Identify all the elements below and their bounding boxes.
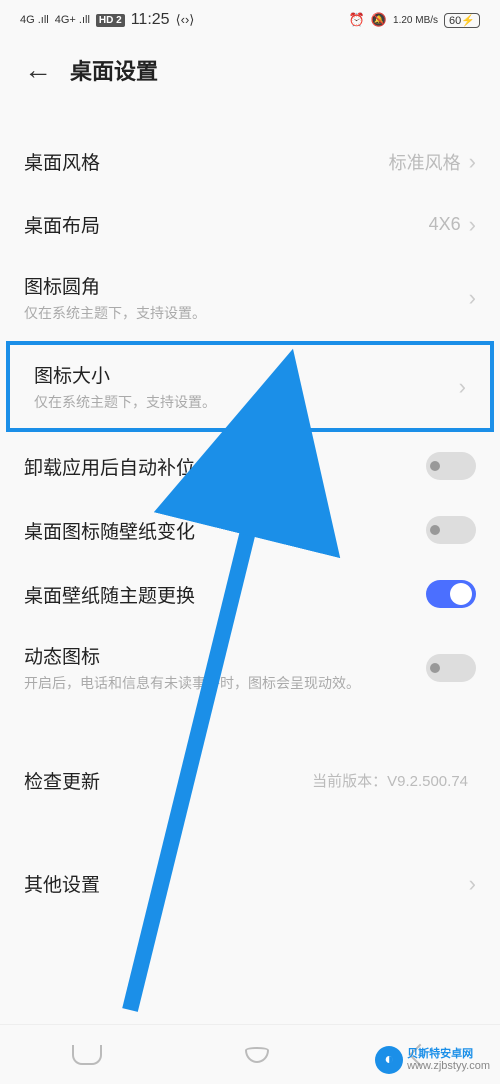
- row-value: 4X6: [429, 214, 461, 235]
- row-label: 桌面风格: [24, 148, 389, 175]
- status-bar: 4G .ıll 4G+ .ıll HD 2 11:25 ⟨‹›⟩ ⏰ 🔕 1.2…: [0, 0, 500, 40]
- nav-recent-icon[interactable]: [72, 1045, 102, 1065]
- chevron-right-icon: ›: [469, 149, 476, 175]
- row-check-update[interactable]: 检查更新 当前版本：V9.2.500.74: [0, 749, 500, 812]
- row-desktop-layout[interactable]: 桌面布局 4X6 ›: [0, 193, 500, 256]
- row-label: 检查更新: [24, 767, 312, 794]
- row-label: 桌面图标随壁纸变化: [24, 517, 426, 544]
- hd-badge: HD 2: [96, 14, 125, 27]
- row-icon-size[interactable]: 图标大小 仅在系统主题下，支持设置。 ›: [10, 345, 490, 428]
- chevron-right-icon: ›: [469, 871, 476, 897]
- row-label: 其他设置: [24, 870, 469, 897]
- row-label: 图标大小: [34, 361, 459, 388]
- watermark-logo-icon: ◐: [375, 1046, 403, 1074]
- row-other-settings[interactable]: 其他设置 ›: [0, 852, 500, 915]
- toggle-dynamic[interactable]: [426, 654, 476, 682]
- battery-badge: 60⚡: [444, 13, 480, 28]
- row-label: 桌面壁纸随主题更换: [24, 581, 426, 608]
- row-sublabel: 仅在系统主题下，支持设置。: [34, 392, 459, 412]
- app-header: ← 桌面设置: [0, 40, 500, 100]
- alarm-icon: ⏰: [349, 12, 365, 28]
- row-dynamic-icon[interactable]: 动态图标 开启后，电话和信息有未读事件时，图标会呈现动效。: [0, 626, 500, 709]
- toggle-theme-wallpaper[interactable]: [426, 580, 476, 608]
- row-wallpaper-icon[interactable]: 桌面图标随壁纸变化: [0, 498, 500, 562]
- back-arrow-icon[interactable]: ←: [24, 54, 52, 86]
- signal-icon-2: 4G+ .ıll: [55, 14, 90, 26]
- net-speed: 1.20 MB/s: [393, 15, 438, 26]
- nav-home-icon[interactable]: [245, 1047, 269, 1063]
- row-sublabel: 开启后，电话和信息有未读事件时，图标会呈现动效。: [24, 673, 426, 693]
- row-icon-corner[interactable]: 图标圆角 仅在系统主题下，支持设置。 ›: [0, 256, 500, 339]
- chevron-right-icon: ›: [459, 374, 466, 400]
- row-value: 当前版本：V9.2.500.74: [312, 770, 468, 791]
- status-time: 11:25: [131, 11, 170, 29]
- mute-icon: 🔕: [371, 12, 387, 28]
- row-label: 图标圆角: [24, 272, 469, 299]
- toggle-autofill[interactable]: [426, 452, 476, 480]
- toggle-wallpaper-icon[interactable]: [426, 516, 476, 544]
- row-desktop-style[interactable]: 桌面风格 标准风格 ›: [0, 130, 500, 193]
- row-label: 动态图标: [24, 642, 426, 669]
- wifi-transfer-icon: ⟨‹›⟩: [176, 12, 195, 28]
- chevron-right-icon: ›: [469, 285, 476, 311]
- highlight-box: 图标大小 仅在系统主题下，支持设置。 ›: [6, 341, 494, 432]
- row-label: 卸载应用后自动补位: [24, 453, 426, 480]
- row-autofill[interactable]: 卸载应用后自动补位: [0, 434, 500, 498]
- watermark-url: www.zjbstyy.com: [407, 1060, 490, 1072]
- page-title: 桌面设置: [70, 54, 158, 86]
- signal-icon-1: 4G .ıll: [20, 14, 49, 26]
- row-sublabel: 仅在系统主题下，支持设置。: [24, 303, 469, 323]
- watermark-name: 贝斯特安卓网: [407, 1048, 490, 1060]
- row-theme-wallpaper[interactable]: 桌面壁纸随主题更换: [0, 562, 500, 626]
- chevron-right-icon: ›: [469, 212, 476, 238]
- watermark: ◐ 贝斯特安卓网 www.zjbstyy.com: [375, 1046, 490, 1074]
- row-value: 标准风格: [389, 149, 461, 175]
- row-label: 桌面布局: [24, 211, 429, 238]
